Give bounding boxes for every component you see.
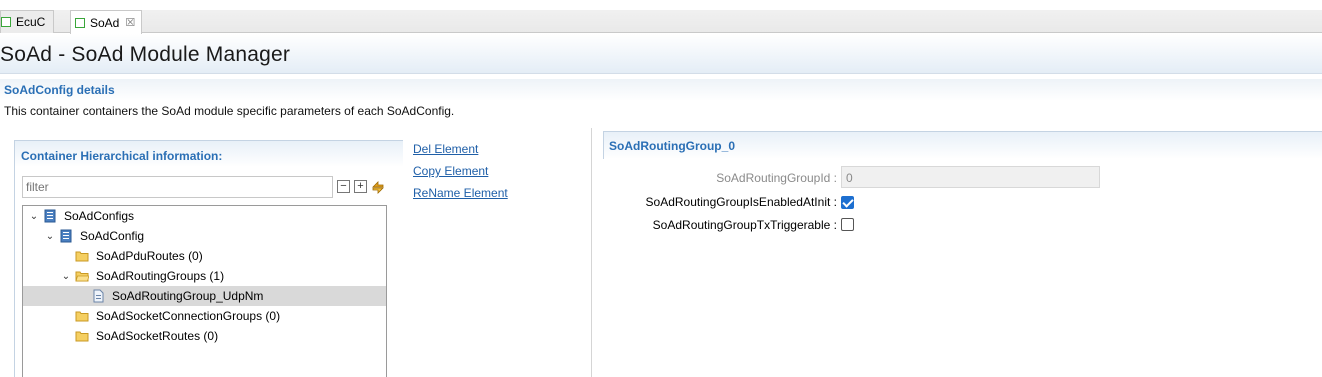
folder-icon (75, 251, 89, 262)
file-icon (93, 289, 104, 303)
chevron-down-icon[interactable]: ⌄ (28, 211, 40, 222)
tree-item-soadsocketroutes[interactable]: SoAdSocketRoutes (0) (23, 326, 386, 346)
panel-header: Container Hierarchical information: (15, 141, 403, 167)
tree-item-soadroutinggroups[interactable]: ⌄ SoAdRoutingGroups (1) (23, 266, 386, 286)
tree-item-soadconfigs[interactable]: ⌄ SoAdConfigs (23, 206, 386, 226)
chevron-down-icon[interactable]: ⌄ (44, 231, 56, 242)
tab-label: SoAd (90, 15, 120, 30)
editor-header: SoAd - SoAd Module Manager (0, 34, 1322, 74)
is-enabled-at-init-checkbox[interactable] (841, 196, 854, 209)
expand-all-icon[interactable]: + (354, 180, 367, 193)
tree-item-label: SoAdSocketRoutes (0) (96, 329, 219, 343)
del-element-link[interactable]: Del Element (413, 142, 478, 156)
tree-item-label: SoAdRoutingGroups (1) (96, 269, 225, 283)
copy-element-link[interactable]: Copy Element (413, 164, 488, 178)
module-icon (60, 229, 72, 243)
folder-open-icon (75, 271, 89, 282)
folder-icon (75, 331, 89, 342)
tx-triggerable-checkbox[interactable] (841, 218, 854, 231)
section-title: SoAdConfig details (4, 83, 115, 97)
module-icon (44, 209, 56, 223)
editor-tab-bar: EcuC SoAd ☒ (0, 0, 1322, 34)
section-description: This container containers the SoAd modul… (4, 104, 455, 118)
tree-item-soadsocketconnectiongroups[interactable]: SoAdSocketConnectionGroups (0) (23, 306, 386, 326)
tab-ecuc[interactable]: EcuC (0, 10, 55, 33)
editor-icon (75, 17, 85, 28)
tab-soad[interactable]: SoAd ☒ (70, 10, 143, 34)
tree-item-label: SoAdPduRoutes (0) (96, 249, 203, 263)
page-title: SoAd - SoAd Module Manager (0, 43, 291, 66)
close-icon[interactable]: ☒ (125, 16, 135, 29)
panel-divider (591, 128, 592, 377)
editor-icon (1, 17, 11, 27)
tab-label: EcuC (16, 15, 46, 29)
section-header-bar (0, 79, 1322, 101)
tree-item-soadroutinggroup-udpnm[interactable]: SoAdRoutingGroup_UdpNm (23, 286, 386, 306)
filter-input[interactable] (22, 176, 333, 198)
tree-item-soadpduroutes[interactable]: SoAdPduRoutes (0) (23, 246, 386, 266)
tree-item-label: SoAdSocketConnectionGroups (0) (96, 309, 281, 323)
panel-title: Container Hierarchical information: (21, 149, 223, 163)
tree-item-label: SoAdRoutingGroup_UdpNm (112, 289, 264, 303)
rename-element-link[interactable]: ReName Element (413, 186, 508, 200)
is-enabled-at-init-label: SoAdRoutingGroupIsEnabledAtInit : (645, 195, 837, 209)
chevron-down-icon[interactable]: ⌄ (60, 271, 72, 282)
collapse-all-icon[interactable]: − (337, 180, 350, 193)
tab-bar-top-strip (0, 0, 1322, 10)
tree-item-label: SoAdConfigs (64, 209, 135, 223)
tree-item-soadconfig[interactable]: ⌄ SoAdConfig (23, 226, 386, 246)
link-with-editor-icon[interactable] (370, 178, 386, 194)
tree-item-label: SoAdConfig (80, 229, 145, 243)
properties-title: SoAdRoutingGroup_0 (609, 139, 735, 153)
tx-triggerable-label: SoAdRoutingGroupTxTriggerable : (652, 218, 837, 232)
routing-group-id-field[interactable]: 0 (841, 166, 1100, 188)
container-tree[interactable]: ⌄ SoAdConfigs ⌄ SoAdConfig SoAdPduRoutes… (22, 205, 387, 377)
routing-group-id-label: SoAdRoutingGroupId : (716, 171, 837, 185)
folder-icon (75, 311, 89, 322)
